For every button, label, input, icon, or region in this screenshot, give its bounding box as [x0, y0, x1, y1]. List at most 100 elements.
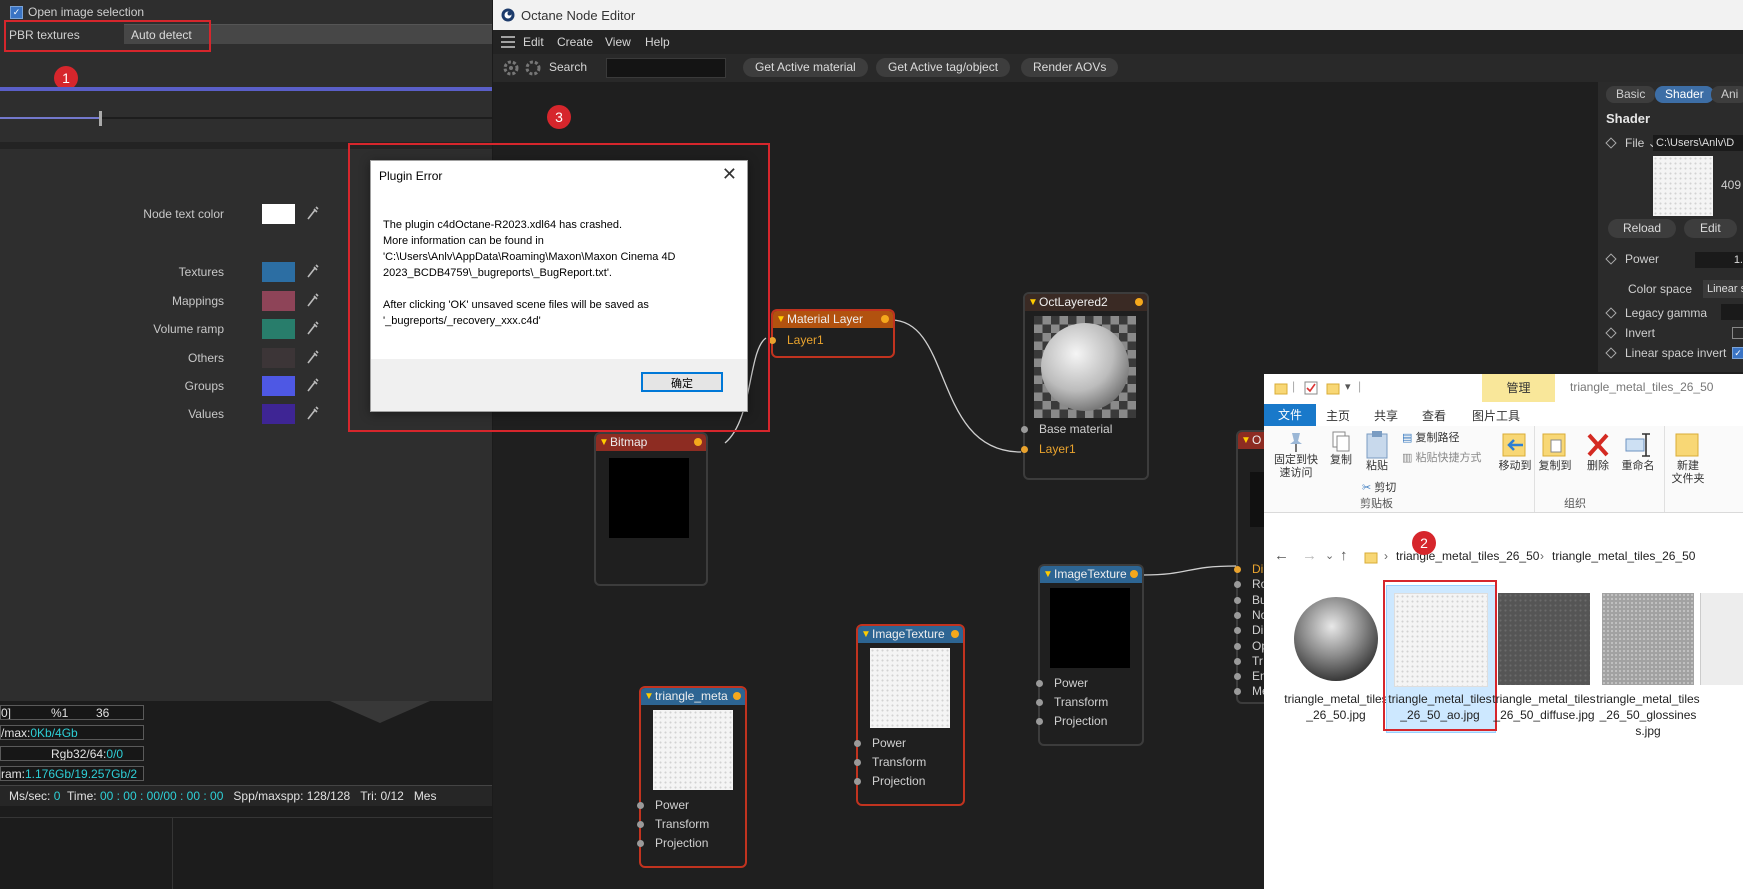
image-texture-node[interactable]: ▼ ImageTexture Power Transform Projection: [1036, 564, 1144, 746]
node-header[interactable]: ▼ triangle_meta: [641, 688, 745, 705]
color-swatch[interactable]: [262, 348, 295, 368]
color-swatch[interactable]: [262, 404, 295, 424]
back-arrow-icon[interactable]: ←: [1274, 547, 1289, 564]
tab-shader[interactable]: Shader: [1655, 86, 1714, 103]
node-header[interactable]: ▼ Bitmap: [596, 434, 706, 451]
breadcrumb-item[interactable]: triangle_metal_tiles_26_50: [1552, 549, 1695, 563]
tab-basic[interactable]: Basic: [1606, 86, 1656, 103]
color-swatch[interactable]: [262, 262, 295, 282]
collapse-triangle-icon[interactable]: ▼: [776, 311, 786, 328]
node-header[interactable]: ▼ OctLayered2: [1025, 294, 1147, 311]
get-active-material-button[interactable]: Get Active material: [743, 58, 868, 77]
reload-button[interactable]: Reload: [1608, 219, 1677, 238]
output-pin[interactable]: [1135, 298, 1143, 306]
collapse-triangle-icon[interactable]: ▼: [861, 626, 871, 643]
linear-space-invert-checkbox[interactable]: ✓: [1732, 347, 1743, 359]
collapse-triangle-icon[interactable]: ▼: [1043, 566, 1053, 583]
new-folder-icon[interactable]: [1326, 381, 1340, 395]
new-folder-button[interactable]: 新建 文件夹: [1668, 430, 1708, 486]
eyedropper-icon[interactable]: [305, 404, 321, 422]
quick-access-dropdown-icon[interactable]: ▾: [1345, 380, 1351, 393]
menu-help[interactable]: Help: [645, 35, 670, 49]
paste-shortcut-button[interactable]: ▥ 粘贴快捷方式: [1402, 452, 1481, 465]
menu-edit[interactable]: Edit: [523, 35, 544, 49]
output-pin[interactable]: [951, 630, 959, 638]
edit-button[interactable]: Edit: [1684, 219, 1737, 238]
tab-share[interactable]: 共享: [1374, 407, 1398, 424]
image-texture-node[interactable]: ▼ ImageTexture Power Transform Projection: [854, 624, 965, 806]
color-swatch[interactable]: [262, 376, 295, 396]
copy-path-button[interactable]: ▤ 复制路径: [1402, 432, 1459, 445]
node-header[interactable]: ▼ ImageTexture: [1040, 566, 1142, 583]
manage-tab[interactable]: 管理: [1482, 374, 1555, 402]
cut-button[interactable]: ✂ 剪切: [1362, 482, 1396, 495]
progress-bar: [0, 87, 492, 91]
color-swatch[interactable]: [262, 204, 295, 224]
delete-button[interactable]: 删除: [1582, 430, 1614, 473]
gears-icon[interactable]: [523, 58, 543, 78]
file-item-partial[interactable]: [1700, 593, 1743, 685]
copy-button[interactable]: 复制: [1324, 430, 1358, 467]
octlayered2-node[interactable]: ▼ OctLayered2 Base material Layer1: [1021, 292, 1149, 480]
file-path-field[interactable]: C:\Users\Anlv\D: [1653, 135, 1743, 151]
search-input[interactable]: [606, 58, 726, 78]
output-pin[interactable]: [1130, 570, 1138, 578]
file-name: triangle_metal_tiles_26_50.jpg: [1284, 692, 1388, 722]
invert-checkbox[interactable]: [1732, 327, 1743, 339]
output-pin[interactable]: [733, 692, 741, 700]
tab-view[interactable]: 查看: [1422, 407, 1446, 424]
organize-group-label: 组织: [1564, 498, 1586, 510]
collapse-triangle-icon[interactable]: ▼: [1028, 294, 1038, 311]
material-layer-node[interactable]: ▼ Material Layer Layer1: [769, 309, 895, 358]
collapse-triangle-icon[interactable]: ▼: [644, 688, 654, 705]
slider-handle[interactable]: [99, 111, 102, 126]
color-space-dropdown[interactable]: Linear s: [1703, 280, 1743, 298]
open-image-selection-label: Open image selection: [28, 5, 145, 19]
node-header[interactable]: ▼ ImageTexture: [858, 626, 963, 643]
forward-arrow-icon[interactable]: →: [1302, 547, 1317, 564]
color-swatch[interactable]: [262, 319, 295, 339]
menu-view[interactable]: View: [605, 35, 631, 49]
checkmark-icon: ✓: [10, 5, 23, 19]
render-aovs-button[interactable]: Render AOVs: [1021, 58, 1119, 77]
move-to-button[interactable]: 移动到: [1496, 430, 1534, 473]
properties-icon[interactable]: [1304, 381, 1318, 395]
collapse-triangle-icon[interactable]: ▼: [1241, 432, 1251, 449]
eyedropper-icon[interactable]: [305, 262, 321, 280]
legacy-gamma-field[interactable]: [1721, 304, 1743, 320]
menu-create[interactable]: Create: [557, 35, 593, 49]
eyedropper-icon[interactable]: [305, 204, 321, 222]
up-arrow-icon[interactable]: ↑: [1340, 547, 1348, 564]
file-thumbnail: [1653, 156, 1713, 216]
paste-button[interactable]: 粘贴: [1360, 430, 1394, 473]
eyedropper-icon[interactable]: [305, 348, 321, 366]
collapse-triangle-icon[interactable]: ▼: [599, 434, 609, 451]
ok-button[interactable]: 确定: [641, 372, 723, 392]
menu-bar: Edit Create View Help: [493, 30, 1743, 54]
hamburger-icon[interactable]: [501, 36, 515, 48]
output-pin[interactable]: [694, 438, 702, 446]
gear-icon[interactable]: [501, 58, 521, 78]
eyedropper-icon[interactable]: [305, 319, 321, 337]
color-swatch[interactable]: [262, 291, 295, 311]
pin-quick-access-button[interactable]: 固定到快 速访问: [1270, 430, 1322, 480]
rename-button[interactable]: 重命名: [1618, 430, 1658, 473]
render-preview-area: [0, 817, 492, 889]
power-field[interactable]: 1.: [1695, 252, 1743, 268]
recent-dropdown-icon[interactable]: ⌄: [1325, 549, 1334, 562]
eyedropper-icon[interactable]: [305, 376, 321, 394]
eyedropper-icon[interactable]: [305, 291, 321, 309]
node-text-color-label: Node text color: [143, 207, 224, 221]
tab-animation[interactable]: Ani: [1711, 86, 1743, 103]
open-image-selection-checkbox[interactable]: ✓ Open image selection: [10, 5, 144, 19]
bitmap-node[interactable]: ▼ Bitmap: [594, 432, 708, 586]
output-pin[interactable]: [881, 315, 889, 323]
copy-to-button[interactable]: 复制到: [1536, 430, 1574, 473]
close-icon[interactable]: ✕: [722, 164, 737, 185]
tab-file[interactable]: 文件: [1264, 404, 1316, 426]
get-active-tag-object-button[interactable]: Get Active tag/object: [876, 58, 1011, 77]
tab-home[interactable]: 主页: [1326, 407, 1350, 424]
tab-picture-tools[interactable]: 图片工具: [1472, 407, 1520, 424]
triangle-metal-texture-node[interactable]: ▼ triangle_meta Power Transform Projectio…: [637, 686, 747, 868]
node-header[interactable]: ▼ Material Layer: [773, 311, 893, 328]
